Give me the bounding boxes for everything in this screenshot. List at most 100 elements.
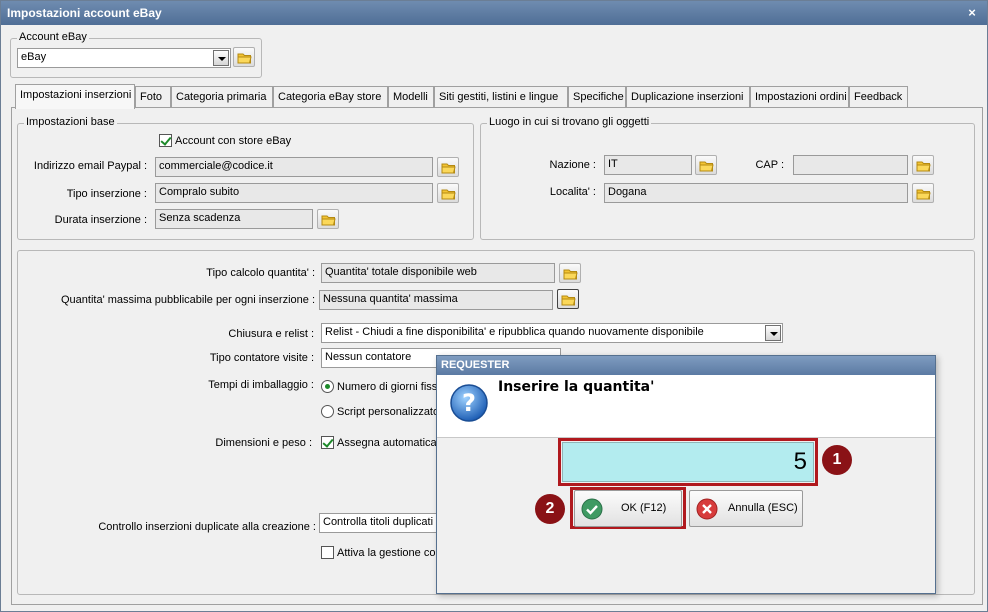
compatibility-checkbox[interactable] <box>321 546 334 559</box>
duplicate-check-label: Controllo inserzioni duplicate alla crea… <box>98 521 316 533</box>
svg-text:?: ? <box>462 389 476 417</box>
tab-label: Foto <box>140 91 163 103</box>
cap-field[interactable] <box>793 155 908 175</box>
close-icon[interactable]: × <box>965 1 979 25</box>
dialog-title: REQUESTER <box>437 356 935 375</box>
tab-label: Feedback <box>854 91 903 103</box>
localita-folder-button[interactable] <box>912 183 934 203</box>
durata-inserzione-label: Durata inserzione : <box>54 214 147 226</box>
location-group: Luogo in cui si trovano gli oggetti <box>480 116 975 240</box>
tab-label: Modelli <box>393 91 428 103</box>
imballaggio-opt1-label: Numero di giorni fisso <box>337 381 444 393</box>
dimensioni-checkbox[interactable] <box>321 436 334 449</box>
cap-folder-button[interactable] <box>912 155 934 175</box>
tab-duplicazione-inserzioni[interactable]: Duplicazione inserzioni <box>626 86 750 108</box>
folder-icon <box>441 163 456 174</box>
dimensioni-peso-label: Dimensioni e peso : <box>215 437 312 449</box>
quantita-massima-field[interactable]: Nessuna quantita' massima <box>319 290 553 310</box>
localita-field[interactable]: Dogana <box>604 183 908 203</box>
folder-icon <box>237 53 252 64</box>
calcolo-quantita-field[interactable]: Quantita' totale disponibile web <box>321 263 555 283</box>
imballaggio-radio-script[interactable] <box>321 405 334 418</box>
window-titlebar: Impostazioni account eBay × <box>1 1 987 25</box>
imballaggio-label: Tempi di imballaggio : <box>208 379 314 391</box>
question-icon: ? <box>450 384 488 422</box>
tipo-inserzione-value: Compralo subito <box>159 186 240 198</box>
chiusura-relist-value: Relist - Chiudi a fine disponibilita' e … <box>325 326 704 338</box>
base-settings-legend: Impostazioni base <box>24 116 117 128</box>
chiusura-relist-label: Chiusura e relist : <box>228 328 314 340</box>
paypal-folder-button[interactable] <box>437 157 459 177</box>
ok-button[interactable]: OK (F12) <box>574 490 682 527</box>
quantita-massima-folder-button[interactable] <box>557 289 579 309</box>
chiusura-relist-select[interactable]: Relist - Chiudi a fine disponibilita' e … <box>321 323 783 343</box>
localita-label: Localita' : <box>549 186 596 198</box>
account-dropdown-arrow-icon[interactable] <box>213 50 229 66</box>
store-checkbox[interactable] <box>159 134 172 147</box>
durata-inserzione-value: Senza scadenza <box>159 212 241 224</box>
tab-categoria-ebay-store[interactable]: Categoria eBay store <box>273 86 388 108</box>
account-legend: Account eBay <box>17 31 89 43</box>
calcolo-quantita-folder-button[interactable] <box>559 263 581 283</box>
tab-siti-gestiti[interactable]: Siti gestiti, listini e lingue <box>434 86 568 108</box>
account-select[interactable]: eBay <box>17 48 231 68</box>
folder-icon <box>441 189 456 200</box>
chiusura-dropdown-arrow-icon[interactable] <box>765 325 781 341</box>
nazione-folder-button[interactable] <box>695 155 717 175</box>
imballaggio-opt2-label: Script personalizzato <box>337 406 440 418</box>
contatore-visite-value: Nessun contatore <box>325 351 412 363</box>
tab-label: Categoria primaria <box>176 91 267 103</box>
calcolo-quantita-value: Quantita' totale disponibile web <box>325 266 477 278</box>
contatore-visite-label: Tipo contatore visite : <box>209 352 314 364</box>
cancel-button-label: Annulla (ESC) <box>728 502 798 514</box>
localita-value: Dogana <box>608 186 647 198</box>
quantity-input[interactable]: 5 <box>562 442 814 482</box>
quantita-massima-value: Nessuna quantita' massima <box>323 293 458 305</box>
store-checkbox-label: Account con store eBay <box>175 135 292 147</box>
tab-modelli[interactable]: Modelli <box>388 86 434 108</box>
tab-categoria-primaria[interactable]: Categoria primaria <box>171 86 273 108</box>
folder-icon <box>699 161 714 172</box>
duplicate-check-value: Controlla titoli duplicati e <box>323 516 443 528</box>
durata-inserzione-field[interactable]: Senza scadenza <box>155 209 313 229</box>
dimensioni-checkbox-label: Assegna automaticam <box>337 437 446 449</box>
tab-foto[interactable]: Foto <box>135 86 171 108</box>
tab-impostazioni-ordini[interactable]: Impostazioni ordini <box>750 86 849 108</box>
folder-icon <box>916 161 931 172</box>
dialog-header: ? Inserire la quantita' <box>437 375 935 438</box>
requester-dialog: REQUESTER ? Inserire la quantita' 5 1 2 … <box>436 355 936 594</box>
tipo-inserzione-field[interactable]: Compralo subito <box>155 183 433 203</box>
tipo-inserzione-folder-button[interactable] <box>437 183 459 203</box>
dialog-message: Inserire la quantita' <box>498 379 655 395</box>
tab-specifiche[interactable]: Specifiche <box>568 86 626 108</box>
duplicate-check-select[interactable]: Controlla titoli duplicati e <box>319 513 449 533</box>
durata-inserzione-folder-button[interactable] <box>317 209 339 229</box>
step-marker-1: 1 <box>822 445 852 475</box>
tab-label: Impostazioni ordini <box>755 91 847 103</box>
location-legend: Luogo in cui si trovano gli oggetti <box>487 116 652 128</box>
cancel-icon <box>696 498 718 520</box>
account-folder-button[interactable] <box>233 47 255 67</box>
step-marker-2: 2 <box>535 494 565 524</box>
tab-label: Duplicazione inserzioni <box>631 91 744 103</box>
nazione-label: Nazione : <box>549 159 596 171</box>
nazione-field[interactable]: IT <box>604 155 692 175</box>
tab-impostazioni-inserzioni[interactable]: Impostazioni inserzioni <box>15 84 135 109</box>
cap-label: CAP : <box>755 159 784 171</box>
check-icon <box>581 498 603 520</box>
tab-feedback[interactable]: Feedback <box>849 86 908 108</box>
tipo-inserzione-label: Tipo inserzione : <box>66 188 147 200</box>
tab-label: Specifiche <box>573 91 624 103</box>
account-selected-value: eBay <box>21 51 47 63</box>
window-title: Impostazioni account eBay <box>7 6 162 20</box>
calcolo-quantita-label: Tipo calcolo quantita' : <box>206 267 315 279</box>
imballaggio-radio-fixed[interactable] <box>321 380 334 393</box>
paypal-email-value: commerciale@codice.it <box>159 160 273 172</box>
folder-icon <box>563 269 578 280</box>
cancel-button[interactable]: Annulla (ESC) <box>689 490 803 527</box>
folder-icon <box>321 215 336 226</box>
tab-label: Categoria eBay store <box>278 91 382 103</box>
ok-button-label: OK (F12) <box>621 502 667 514</box>
tab-label: Impostazioni inserzioni <box>20 89 132 101</box>
paypal-email-field[interactable]: commerciale@codice.it <box>155 157 433 177</box>
